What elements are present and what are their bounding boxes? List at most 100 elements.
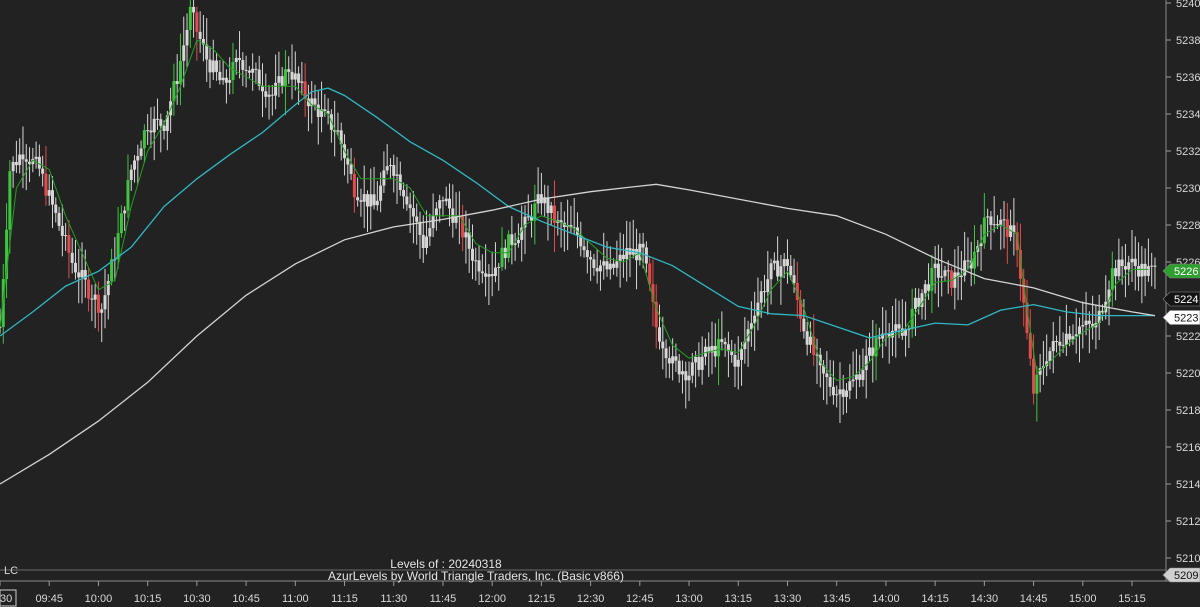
candle-body (474, 260, 478, 262)
candle-body (126, 180, 130, 211)
candle-body (470, 248, 474, 261)
candle-body (861, 370, 865, 380)
candle-body (612, 263, 616, 268)
candle-body (536, 194, 540, 204)
candle-body (96, 294, 100, 313)
candle-body (372, 194, 376, 206)
candle-body (37, 156, 41, 169)
candle-body (841, 389, 845, 397)
candle-body (845, 390, 849, 397)
x-tick-label: 12:45 (626, 593, 654, 605)
y-tick-label: 5222 (1176, 331, 1200, 343)
candle-body (740, 349, 744, 360)
candle-body (687, 375, 691, 381)
x-tick-label: 14:30 (971, 593, 999, 605)
candle-body (192, 6, 196, 13)
y-tick-label: 5240 (1176, 0, 1200, 10)
candle-body (323, 109, 327, 111)
candle-body (700, 356, 704, 370)
x-tick-label: 11:30 (380, 593, 407, 605)
candle-body (100, 309, 104, 313)
candle-body (438, 200, 442, 209)
x-tick-label: 11:15 (331, 593, 358, 605)
candle-body (185, 29, 189, 46)
candle-body (241, 60, 245, 70)
x-tick-label: 14:45 (1020, 593, 1048, 605)
x-tick-label: 12:15 (528, 593, 556, 605)
candle-body (1035, 374, 1039, 394)
candle-body (1146, 266, 1150, 276)
x-tick-label: 15:00 (1069, 593, 1097, 605)
candle-body (756, 302, 760, 316)
y-tick-label: 5220 (1176, 368, 1200, 380)
candle-body (1051, 341, 1055, 352)
candle-body (982, 217, 986, 244)
corner-label: LC (4, 565, 18, 577)
candle-body (966, 260, 970, 262)
x-tick-label: 10:15 (134, 593, 162, 605)
candle-body (73, 262, 77, 273)
candle-body (759, 291, 763, 303)
candle-body (221, 77, 225, 81)
candle-body (293, 73, 297, 80)
candle-body (779, 266, 783, 277)
candle-body (1127, 262, 1131, 270)
candle-body (287, 69, 291, 72)
price-badge-label: 5226 (1174, 266, 1198, 278)
candle-body (382, 170, 386, 186)
candle-body (838, 389, 842, 395)
candle-body (484, 273, 488, 277)
price-badge-label: 5209 (1174, 570, 1198, 582)
candle-body (1087, 320, 1091, 324)
candle-body (943, 270, 947, 277)
candle-body (946, 270, 950, 272)
candle-body (1061, 344, 1065, 346)
candle-body (247, 70, 251, 73)
candle-body (50, 190, 54, 205)
candle-body (1058, 341, 1062, 346)
candle-body (119, 213, 123, 234)
candle-body (208, 59, 212, 73)
candle-body (917, 297, 921, 307)
candle-body (139, 148, 143, 156)
y-tick-label: 5236 (1176, 72, 1200, 84)
candle-body (402, 190, 406, 197)
x-tick-label: 11:00 (282, 593, 309, 605)
candle-body (897, 324, 901, 329)
candle-body (933, 263, 937, 268)
candle-body (11, 161, 15, 172)
candle-body (211, 60, 215, 73)
trading-chart: 5210 5212 5214 5216 5218 5220 5222 5224 5226 5228… (0, 0, 1200, 607)
candle-body (428, 228, 432, 237)
x-tick-label: 12:00 (478, 593, 506, 605)
candle-body (136, 155, 140, 161)
candle-body (493, 267, 497, 277)
x-tick-label: 10:45 (232, 593, 260, 605)
azurlevels-credit: AzurLevels by World Triangle Traders, In… (328, 569, 624, 583)
candle-body (290, 71, 294, 80)
candle-body (1114, 268, 1118, 277)
y-tick-label: 5232 (1176, 146, 1200, 158)
candle-body (244, 69, 248, 71)
y-tick-label: 5234 (1176, 109, 1200, 121)
candle-body (77, 272, 81, 278)
candle-body (1048, 351, 1052, 362)
candle-body (858, 374, 862, 380)
candle-body (313, 98, 317, 105)
candle-body (444, 198, 448, 202)
candle-body (70, 252, 74, 263)
candle-body (1133, 258, 1137, 267)
candle-body (835, 394, 839, 396)
candle-body (736, 359, 740, 367)
candle-body (205, 44, 209, 60)
candle-body (785, 259, 789, 266)
candle-body (684, 371, 688, 381)
candle-body (133, 160, 137, 170)
candle-body (1078, 326, 1082, 335)
candle-body (149, 130, 153, 133)
candle-body (418, 221, 422, 235)
y-tick-label: 5214 (1176, 479, 1200, 491)
candle-body (64, 235, 68, 237)
candle-body (411, 208, 415, 217)
candle-body (178, 60, 182, 85)
